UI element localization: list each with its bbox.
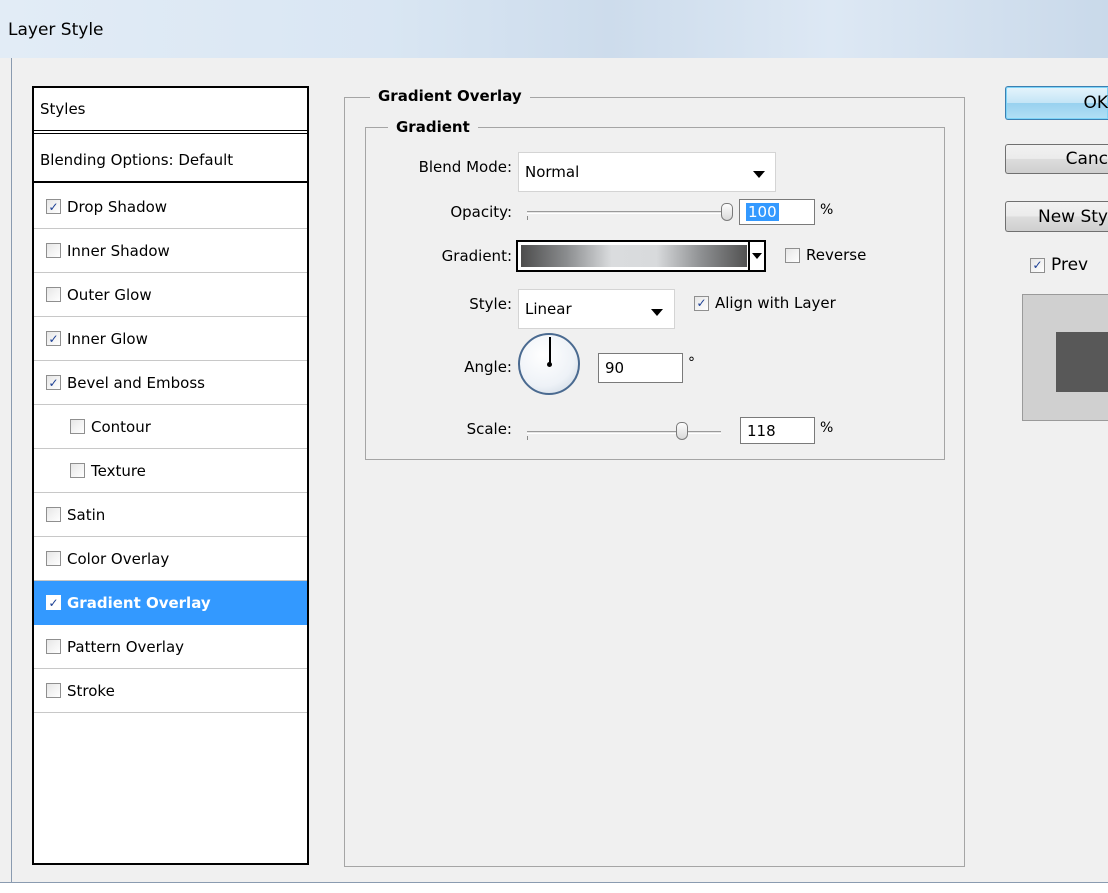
scale-input[interactable]: 118 [740,417,815,444]
angle-input[interactable]: 90 [598,353,683,383]
style-item-checkbox[interactable]: ✓ [46,375,61,390]
style-item-inner-shadow[interactable]: Inner Shadow [34,229,307,273]
reverse-checkbox-box[interactable] [785,247,800,263]
gradient-preview[interactable] [521,245,747,267]
scale-slider[interactable] [527,431,721,434]
window-title: Layer Style [8,20,104,40]
style-item-checkbox[interactable] [46,287,61,302]
style-item-label: Stroke [67,681,115,700]
style-item-bevel-and-emboss[interactable]: ✓ Bevel and Emboss [34,361,307,405]
style-item-checkbox[interactable] [46,639,61,654]
cancel-button[interactable]: Canc [1005,144,1108,174]
style-item-gradient-overlay[interactable]: ✓ Gradient Overlay [34,581,307,625]
styles-list: Styles Blending Options: Default ✓ Drop S… [32,86,309,865]
style-item-checkbox[interactable]: ✓ [46,199,61,214]
new-style-button-label: New Sty [1037,206,1108,227]
style-item-outer-glow[interactable]: Outer Glow [34,273,307,317]
opacity-unit: % [820,202,834,218]
style-item-satin[interactable]: Satin [34,493,307,537]
gradient-group-title: Gradient [388,118,478,136]
style-item-checkbox[interactable] [46,507,61,522]
style-value: Linear [525,300,572,318]
style-item-label: Drop Shadow [67,197,168,216]
degree-unit: ° [688,355,695,371]
gradient-overlay-title: Gradient Overlay [370,87,530,105]
blend-mode-select[interactable]: Normal [518,152,776,192]
chevron-down-icon [753,171,765,178]
style-item-label: Bevel and Emboss [67,373,205,392]
reverse-label: Reverse [806,246,867,264]
style-item-contour[interactable]: Contour [34,405,307,449]
opacity-input[interactable]: 100 [739,199,815,225]
angle-dial[interactable] [518,333,580,395]
preview-label: Prev [1051,255,1089,275]
preview-thumbnail [1022,294,1108,421]
style-item-label: Satin [67,505,106,524]
style-item-pattern-overlay[interactable]: Pattern Overlay [34,625,307,669]
opacity-slider-tick [527,216,528,220]
style-item-stroke[interactable]: Stroke [34,669,307,713]
style-item-label: Gradient Overlay [67,593,211,612]
style-item-label: Inner Glow [67,329,148,348]
style-item-drop-shadow[interactable]: ✓ Drop Shadow [34,185,307,229]
ok-button[interactable]: OK [1005,86,1108,120]
gradient-dropdown-button[interactable] [748,242,764,270]
style-item-checkbox[interactable]: ✓ [46,595,61,610]
title-bar[interactable]: Layer Style [0,0,1108,58]
style-item-checkbox[interactable] [46,683,61,698]
gradient-picker[interactable] [516,240,766,272]
window-bottom-edge [0,882,1108,893]
gradient-label: Gradient: [441,247,512,265]
opacity-slider-thumb[interactable] [721,203,733,221]
chevron-down-icon [752,253,762,259]
align-with-layer-checkbox-box[interactable]: ✓ [694,295,709,311]
opacity-slider[interactable] [527,211,727,214]
styles-header[interactable]: Styles [34,88,307,134]
blend-mode-label: Blend Mode: [418,158,512,176]
style-label: Style: [469,295,512,313]
style-item-texture[interactable]: Texture [34,449,307,493]
chevron-down-icon [651,309,663,316]
angle-label: Angle: [464,358,512,376]
new-style-button[interactable]: New Sty [1005,201,1108,232]
scale-label: Scale: [466,420,512,438]
styles-header-label: Styles [40,100,86,118]
scale-slider-thumb[interactable] [676,422,689,440]
style-item-label: Texture [91,461,146,480]
reverse-checkbox[interactable]: Reverse [785,246,866,264]
scale-slider-tick [527,436,528,440]
cancel-button-label: Canc [1065,149,1108,169]
angle-center-dot [547,362,552,367]
style-item-checkbox[interactable] [70,463,85,478]
style-item-label: Outer Glow [67,285,152,304]
style-item-label: Color Overlay [67,549,170,568]
angle-value: 90 [605,359,625,377]
preview-checkbox-box[interactable]: ✓ [1030,257,1045,273]
scale-value: 118 [747,421,776,440]
style-item-label: Pattern Overlay [67,637,185,656]
ok-button-label: OK [1083,93,1108,113]
style-item-checkbox[interactable]: ✓ [46,331,61,346]
style-item-label: Contour [91,417,151,436]
style-item-label: Inner Shadow [67,241,170,260]
align-with-layer-label: Align with Layer [715,294,836,312]
style-select[interactable]: Linear [518,289,675,329]
preview-swatch [1056,332,1108,392]
blending-options-item[interactable]: Blending Options: Default [34,138,307,183]
opacity-label: Opacity: [450,203,512,221]
style-item-inner-glow[interactable]: ✓ Inner Glow [34,317,307,361]
style-item-checkbox[interactable] [46,551,61,566]
preview-checkbox[interactable]: ✓ Prev [1030,255,1088,275]
blending-options-label: Blending Options: Default [40,150,234,169]
style-item-color-overlay[interactable]: Color Overlay [34,537,307,581]
opacity-value: 100 [746,203,779,221]
scale-unit: % [820,420,834,436]
align-with-layer-checkbox[interactable]: ✓ Align with Layer [694,294,836,312]
blend-mode-value: Normal [525,163,580,181]
style-item-checkbox[interactable] [70,419,85,434]
style-item-checkbox[interactable] [46,243,61,258]
